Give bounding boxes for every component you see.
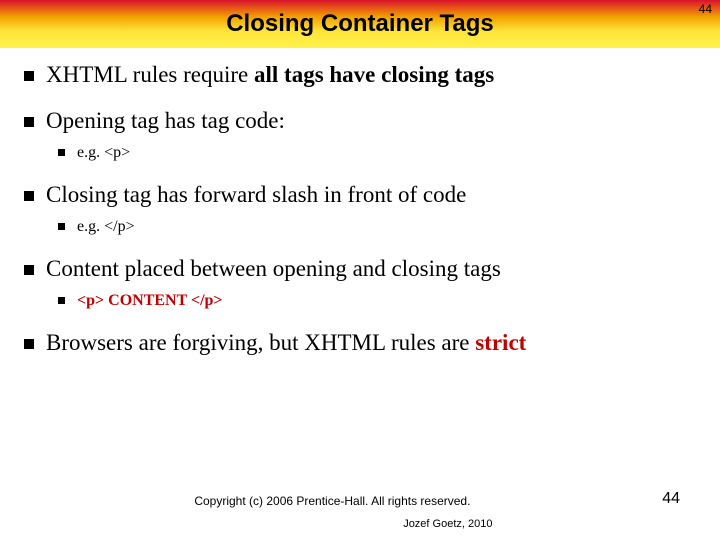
square-bullet-icon [24, 265, 34, 275]
list-item: <p> CONTENT </p> [58, 292, 696, 310]
list-item: XHTML rules require all tags have closin… [24, 62, 696, 88]
bullet-text: Content placed between opening and closi… [46, 256, 501, 281]
list-item: e.g. <p> [58, 144, 696, 162]
bullet-text: XHTML rules require all tags have closin… [46, 62, 494, 87]
sub-bullet-list: <p> CONTENT </p> [58, 292, 696, 310]
author-text: Jozef Goetz, 2010 [403, 518, 492, 530]
square-bullet-icon [24, 191, 34, 201]
emphasized-text: all tags have closing tags [254, 62, 494, 87]
square-bullet-icon [58, 149, 65, 156]
square-bullet-icon [58, 297, 65, 304]
bullet-text: Opening tag has tag code: [46, 108, 285, 133]
slide-header: Closing Container Tags [0, 0, 720, 48]
copyright-text: Copyright (c) 2006 Prentice-Hall. All ri… [194, 494, 470, 508]
emphasized-text: strict [475, 330, 526, 355]
list-item: Content placed between opening and closi… [24, 256, 696, 310]
sub-bullet-text-highlight: <p> CONTENT </p> [77, 292, 223, 309]
square-bullet-icon [24, 71, 34, 81]
sub-bullet-text: e.g. <p> [77, 144, 130, 161]
list-item: e.g. </p> [58, 218, 696, 236]
page-number-top: 44 [699, 2, 712, 16]
sub-bullet-list: e.g. <p> [58, 144, 696, 162]
page-number-bottom: 44 [662, 490, 680, 508]
square-bullet-icon [58, 223, 65, 230]
bullet-list: XHTML rules require all tags have closin… [24, 62, 696, 356]
square-bullet-icon [24, 117, 34, 127]
slide-content: XHTML rules require all tags have closin… [0, 48, 720, 356]
sub-bullet-list: e.g. </p> [58, 218, 696, 236]
list-item: Opening tag has tag code: e.g. <p> [24, 108, 696, 162]
slide-title: Closing Container Tags [226, 10, 494, 38]
square-bullet-icon [24, 339, 34, 349]
bullet-text: Closing tag has forward slash in front o… [46, 182, 466, 207]
bullet-text: Browsers are forgiving, but XHTML rules … [46, 330, 526, 355]
sub-bullet-text: e.g. </p> [77, 218, 135, 235]
list-item: Closing tag has forward slash in front o… [24, 182, 696, 236]
list-item: Browsers are forgiving, but XHTML rules … [24, 330, 696, 356]
